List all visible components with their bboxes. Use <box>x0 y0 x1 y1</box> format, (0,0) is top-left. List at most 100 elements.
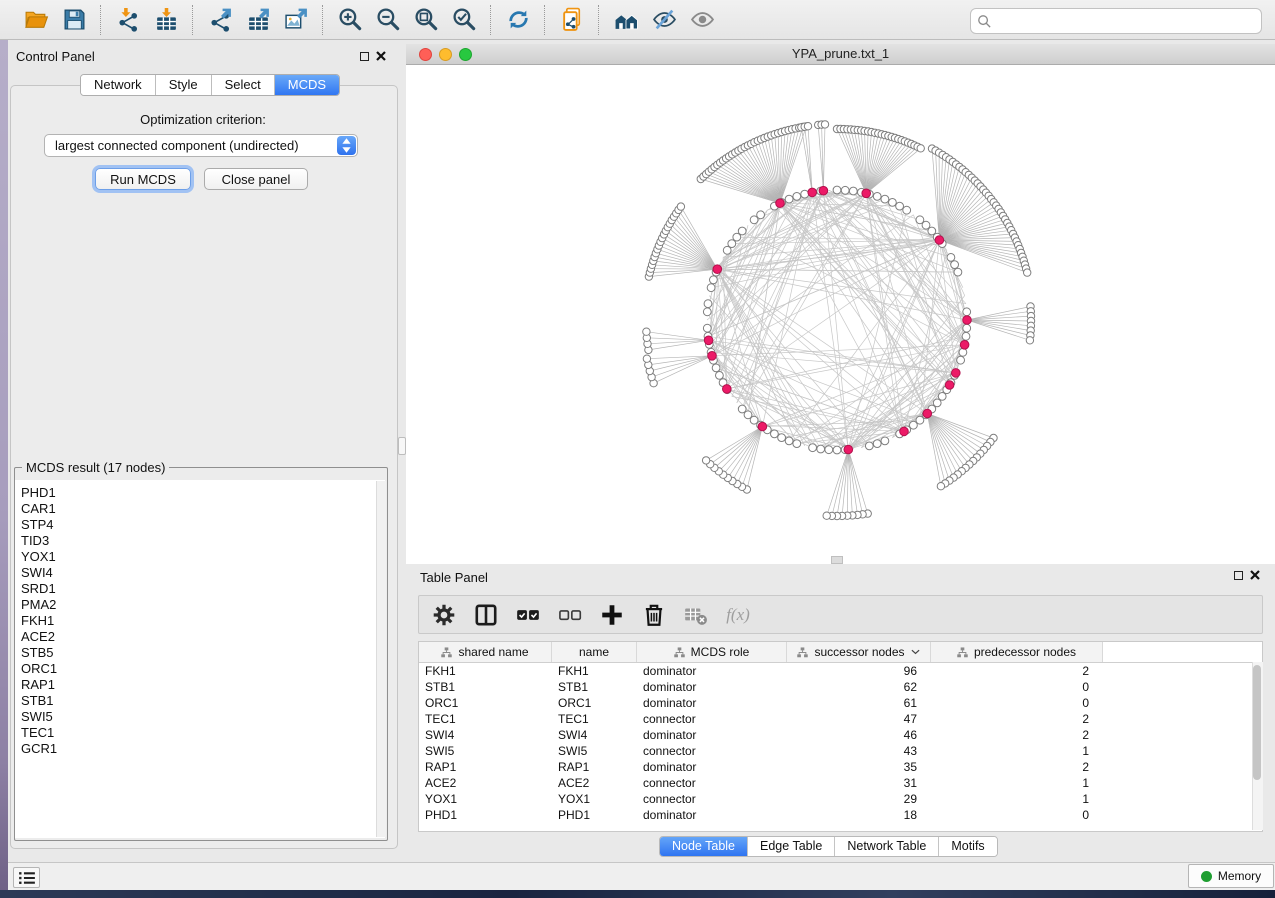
mcds-result-list[interactable]: PHD1CAR1STP4TID3YOX1SWI4SRD1PMA2FKH1ACE2… <box>15 480 385 838</box>
table-row-RAP1[interactable]: RAP1RAP1dominator352 <box>419 759 1262 775</box>
mcds-result-item[interactable]: STP4 <box>15 517 385 533</box>
mcds-result-item[interactable]: PHD1 <box>15 485 385 501</box>
split-columns-icon[interactable] <box>473 602 499 628</box>
mcds-result-item[interactable]: GCR1 <box>15 741 385 757</box>
column-header-predecessor-nodes[interactable]: predecessor nodes <box>931 642 1103 662</box>
mcds-result-item[interactable]: YOX1 <box>15 549 385 565</box>
canvas-splitter-handle[interactable] <box>831 556 843 564</box>
network-window-titlebar[interactable]: YPA_prune.txt_1 <box>406 44 1275 65</box>
mcds-result-item[interactable]: SRD1 <box>15 581 385 597</box>
table-row-ACE2[interactable]: ACE2ACE2connector311 <box>419 775 1262 791</box>
column-header-shared-name[interactable]: shared name <box>419 642 552 662</box>
column-label: MCDS role <box>691 645 750 659</box>
select-all-icon[interactable] <box>515 602 541 628</box>
cell-shared_name: PHD1 <box>419 807 552 823</box>
mcds-result-item[interactable]: SWI5 <box>15 709 385 725</box>
tab-edge-table[interactable]: Edge Table <box>748 837 835 856</box>
search-box[interactable] <box>970 8 1262 34</box>
tab-style[interactable]: Style <box>156 75 212 95</box>
cell-shared_name: TEC1 <box>419 711 552 727</box>
gear-icon[interactable] <box>431 602 457 628</box>
tab-network-table[interactable]: Network Table <box>835 837 939 856</box>
table-row-SWI4[interactable]: SWI4SWI4dominator462 <box>419 727 1262 743</box>
column-header-successor-nodes[interactable]: successor nodes <box>787 642 931 662</box>
mcds-result-item[interactable]: PMA2 <box>15 597 385 613</box>
table-row-STB1[interactable]: STB1STB1dominator620 <box>419 679 1262 695</box>
new-network-from-selection-icon[interactable] <box>558 6 586 34</box>
column-header-name[interactable]: name <box>552 642 637 662</box>
import-table-icon[interactable] <box>152 6 180 34</box>
mcds-result-item[interactable]: ORC1 <box>15 661 385 677</box>
table-scrollbar-thumb[interactable] <box>1253 665 1261 780</box>
table-row-ORC1[interactable]: ORC1ORC1dominator610 <box>419 695 1262 711</box>
export-network-icon[interactable] <box>206 6 234 34</box>
cell-shared_name: RAP1 <box>419 759 552 775</box>
cell-predecessor_nodes: 0 <box>931 807 1103 823</box>
table-row-FKH1[interactable]: FKH1FKH1dominator962 <box>419 663 1262 679</box>
float-table-panel-icon[interactable] <box>1234 571 1243 580</box>
attribute-icon <box>957 647 968 658</box>
run-mcds-button[interactable]: Run MCDS <box>95 168 191 190</box>
mcds-result-item[interactable]: SWI4 <box>15 565 385 581</box>
cell-predecessor_nodes: 1 <box>931 743 1103 759</box>
optimization-criterion-select[interactable]: largest connected component (undirected) <box>44 134 358 157</box>
show-all-icon[interactable] <box>688 6 716 34</box>
mcds-result-item[interactable]: FKH1 <box>15 613 385 629</box>
unselect-all-icon[interactable] <box>557 602 583 628</box>
window-maximize-button[interactable] <box>459 48 472 61</box>
close-panel-button[interactable]: Close panel <box>204 168 308 190</box>
close-table-panel-icon[interactable] <box>1250 570 1260 580</box>
hide-selected-icon[interactable] <box>650 6 678 34</box>
cell-successor_nodes: 47 <box>787 711 931 727</box>
zoom-out-icon[interactable] <box>374 6 402 34</box>
tab-node-table[interactable]: Node Table <box>660 837 748 856</box>
refresh-icon[interactable] <box>504 6 532 34</box>
mcds-result-item[interactable]: STB1 <box>15 693 385 709</box>
export-table-icon[interactable] <box>244 6 272 34</box>
table-row-TEC1[interactable]: TEC1TEC1connector472 <box>419 711 1262 727</box>
mcds-result-item[interactable]: STB5 <box>15 645 385 661</box>
memory-button[interactable]: Memory <box>1188 864 1274 888</box>
tab-select[interactable]: Select <box>212 75 275 95</box>
tab-mcds[interactable]: MCDS <box>275 75 339 95</box>
function-icon[interactable]: f(x) <box>725 602 751 628</box>
window-minimize-button[interactable] <box>439 48 452 61</box>
mcds-result-item[interactable]: ACE2 <box>15 629 385 645</box>
mcds-result-item[interactable]: RAP1 <box>15 677 385 693</box>
first-neighbors-icon[interactable] <box>612 6 640 34</box>
table-row-YOX1[interactable]: YOX1YOX1connector291 <box>419 791 1262 807</box>
table-row-SWI5[interactable]: SWI5SWI5connector431 <box>419 743 1262 759</box>
cell-mcds_role: dominator <box>637 759 787 775</box>
mcds-list-scrollbar[interactable] <box>376 481 386 837</box>
cell-mcds_role: connector <box>637 791 787 807</box>
panel-splitter-handle[interactable] <box>398 437 406 455</box>
float-panel-icon[interactable] <box>360 52 369 61</box>
mcds-result-item[interactable]: CAR1 <box>15 501 385 517</box>
zoom-in-icon[interactable] <box>336 6 364 34</box>
delete-table-icon[interactable] <box>683 602 709 628</box>
add-row-icon[interactable] <box>599 602 625 628</box>
cell-mcds_role: connector <box>637 775 787 791</box>
mcds-result-item[interactable]: TID3 <box>15 533 385 549</box>
close-panel-icon[interactable] <box>376 51 386 61</box>
save-icon[interactable] <box>60 6 88 34</box>
cell-predecessor_nodes: 1 <box>931 791 1103 807</box>
export-image-icon[interactable] <box>282 6 310 34</box>
tab-motifs[interactable]: Motifs <box>939 837 996 856</box>
search-input[interactable] <box>996 11 1261 31</box>
column-header-MCDS-role[interactable]: MCDS role <box>637 642 787 662</box>
import-network-icon[interactable] <box>114 6 142 34</box>
mcds-result-item[interactable]: TEC1 <box>15 725 385 741</box>
tab-network[interactable]: Network <box>81 75 156 95</box>
cell-mcds_role: dominator <box>637 679 787 695</box>
mcds-result-title: MCDS result (17 nodes) <box>22 460 169 475</box>
task-history-button[interactable] <box>13 867 40 888</box>
cell-predecessor_nodes: 2 <box>931 663 1103 679</box>
table-row-PHD1[interactable]: PHD1PHD1dominator180 <box>419 807 1262 823</box>
zoom-selected-icon[interactable] <box>450 6 478 34</box>
window-close-button[interactable] <box>419 48 432 61</box>
zoom-fit-icon[interactable] <box>412 6 440 34</box>
network-canvas[interactable] <box>406 65 1275 564</box>
open-icon[interactable] <box>22 6 50 34</box>
delete-row-icon[interactable] <box>641 602 667 628</box>
